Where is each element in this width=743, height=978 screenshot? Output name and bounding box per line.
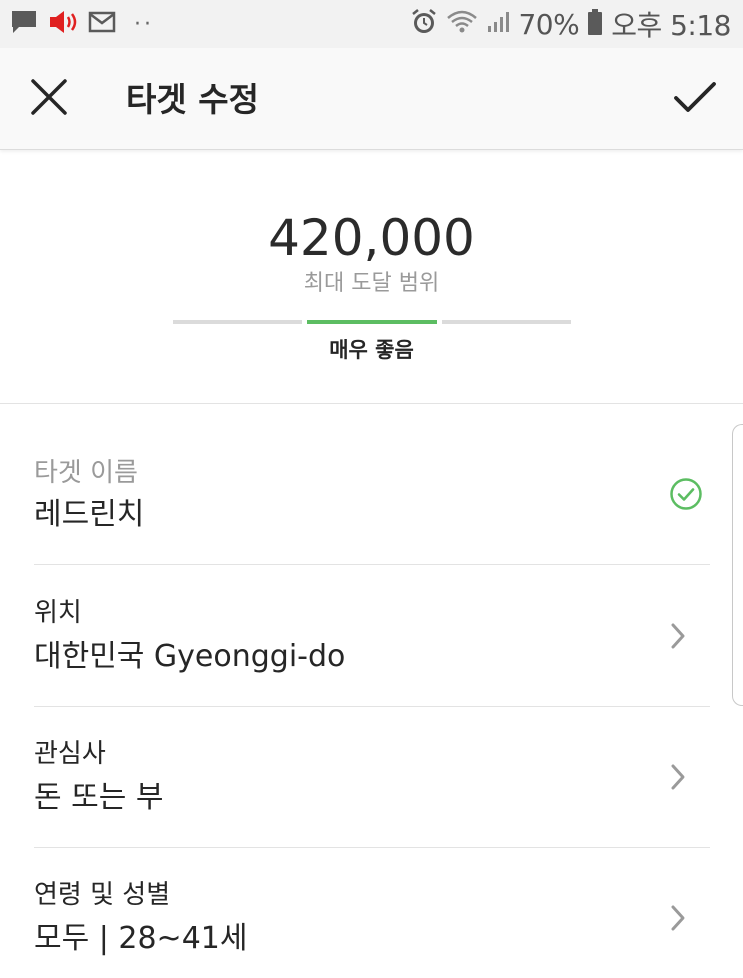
page-title: 타겟 수정 (126, 80, 259, 119)
location-label: 위치 (34, 598, 82, 628)
target-name-row[interactable]: 타겟 이름 레드린치 (34, 424, 710, 565)
check-circle-icon (668, 476, 704, 512)
interests-value: 돈 또는 부 (34, 780, 164, 815)
chevron-right-icon (660, 759, 696, 795)
meter-segment (173, 320, 303, 324)
battery-icon (587, 8, 603, 40)
age-gender-row[interactable]: 연령 및 성별 모두 | 28~41세 (34, 848, 710, 978)
age-gender-value: 모두 | 28~41세 (34, 921, 248, 956)
reach-label: 최대 도달 범위 (303, 271, 440, 296)
clock-time: 오후 5:18 (611, 9, 731, 42)
more-notifications-dots: ·· (134, 11, 154, 37)
age-gender-label: 연령 및 성별 (34, 880, 171, 910)
signal-icon (486, 10, 510, 38)
location-row[interactable]: 위치 대한민국 Gyeonggi-do (34, 566, 710, 707)
status-bar-notifications: ·· (10, 9, 154, 39)
reach-number: 420,000 (268, 209, 475, 267)
meter-segment (307, 320, 437, 324)
interests-row[interactable]: 관심사 돈 또는 부 (34, 707, 710, 848)
chevron-right-icon (660, 618, 696, 654)
checkmark-icon (673, 80, 717, 120)
status-bar-system: 70% 오후 5:18 (410, 5, 731, 43)
reach-meter (173, 320, 571, 324)
chat-icon (10, 9, 38, 39)
alarm-icon (410, 8, 438, 40)
app-header: 타겟 수정 (0, 48, 743, 150)
meter-segment (441, 320, 571, 324)
wifi-icon (446, 9, 478, 39)
battery-percent: 70% (518, 7, 580, 41)
location-value: 대한민국 Gyeonggi-do (34, 639, 346, 674)
reach-estimate: 420,000 최대 도달 범위 매우 좋음 (0, 150, 743, 404)
close-button[interactable] (24, 74, 74, 124)
edge-panel-handle[interactable] (732, 424, 743, 706)
target-name-value: 레드린치 (34, 497, 145, 532)
chevron-right-icon (660, 900, 696, 936)
close-icon (29, 77, 69, 121)
mail-icon (88, 11, 116, 37)
target-name-label: 타겟 이름 (34, 458, 138, 488)
reach-rating: 매우 좋음 (329, 338, 414, 362)
confirm-button[interactable] (669, 74, 721, 126)
speaker-icon (48, 9, 78, 39)
status-bar: ·· 70% 오후 5:18 (0, 0, 743, 48)
interests-label: 관심사 (34, 739, 106, 769)
